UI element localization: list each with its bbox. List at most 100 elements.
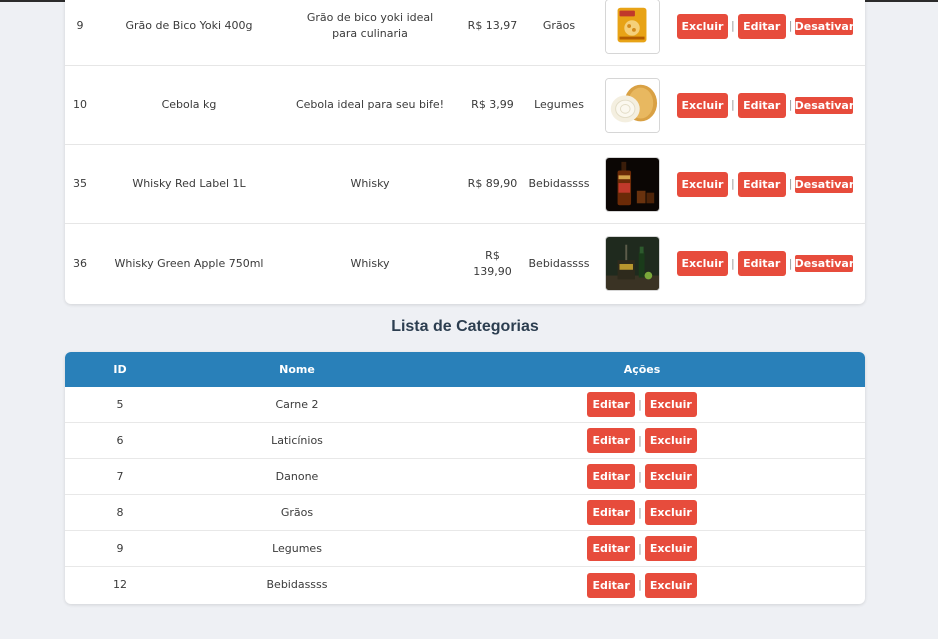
product-category: Legumes <box>534 98 584 111</box>
table-row: 12 Bebidassss Editar | Excluir <box>65 567 865 603</box>
delete-button[interactable]: Excluir <box>677 13 728 39</box>
separator: | <box>731 177 735 190</box>
category-name: Grãos <box>280 505 314 519</box>
category-actions: Editar | Excluir <box>575 567 709 603</box>
edit-button[interactable]: Editar <box>587 500 636 525</box>
separator: | <box>638 433 642 447</box>
delete-button[interactable]: Excluir <box>677 171 728 197</box>
category-id: 8 <box>116 505 124 519</box>
delete-button[interactable]: Excluir <box>677 92 728 118</box>
edit-button[interactable]: Editar <box>587 428 636 453</box>
column-header-id: ID <box>113 362 127 376</box>
separator: | <box>638 578 642 591</box>
category-id: 6 <box>116 433 124 447</box>
edit-button[interactable]: Editar <box>587 536 636 561</box>
onion-image <box>604 77 660 133</box>
delete-button[interactable]: Excluir <box>644 392 697 417</box>
delete-button[interactable]: Excluir <box>644 500 697 525</box>
deactivate-button[interactable]: Desativar <box>795 175 854 193</box>
category-name: Danone <box>275 469 319 483</box>
delete-button[interactable]: Excluir <box>644 536 697 561</box>
table-row: 10 Cebola kg Cebola ideal para seu bife!… <box>65 66 865 145</box>
product-actions: Excluir | Editar | Desativar <box>677 145 857 223</box>
product-id: 10 <box>73 98 87 111</box>
table-row: 8 Grãos Editar | Excluir <box>65 495 865 531</box>
table-row: 6 Laticínios Editar | Excluir <box>65 423 865 459</box>
separator: | <box>788 98 793 111</box>
product-description: Whisky <box>350 256 390 270</box>
separator: | <box>638 469 642 483</box>
category-id: 5 <box>116 397 124 411</box>
edit-button[interactable]: Editar <box>587 464 636 489</box>
product-actions: Excluir | Editar | Desativar <box>677 224 857 303</box>
product-name: Grão de Bico Yoki 400g <box>125 19 253 32</box>
category-actions: Editar | Excluir <box>575 459 709 494</box>
categories-title: Lista de Categorias <box>391 318 539 335</box>
category-id: 9 <box>116 541 124 555</box>
product-name: Whisky Green Apple 750ml <box>114 256 264 270</box>
edit-button[interactable]: Editar <box>587 392 636 417</box>
separator: | <box>731 256 735 270</box>
product-actions: Excluir | Editar | Desativar <box>677 66 857 144</box>
product-image-cell <box>603 224 661 303</box>
category-actions: Editar | Excluir <box>575 387 709 422</box>
edit-button[interactable]: Editar <box>737 251 786 276</box>
separator: | <box>731 19 735 32</box>
table-row: 9 Legumes Editar | Excluir <box>65 531 865 567</box>
separator: | <box>638 397 642 411</box>
table-row: 7 Danone Editar | Excluir <box>65 459 865 495</box>
product-price: R$ 89,90 <box>467 177 518 190</box>
category-actions: Editar | Excluir <box>575 495 709 530</box>
product-category: Grãos <box>542 19 576 32</box>
table-row: 36 Whisky Green Apple 750ml Whisky R$ 13… <box>65 224 865 303</box>
table-header: ID Nome Ações <box>65 352 865 387</box>
table-row: 35 Whisky Red Label 1L Whisky R$ 89,90 B… <box>65 145 865 224</box>
product-price: R$ 3,99 <box>471 98 514 111</box>
product-name: Whisky Red Label 1L <box>132 177 246 190</box>
product-description: Whisky <box>350 177 390 190</box>
column-header-actions: Ações <box>623 362 661 376</box>
separator: | <box>788 19 793 32</box>
separator: | <box>731 98 735 111</box>
product-image-cell <box>603 145 661 223</box>
delete-button[interactable]: Excluir <box>644 428 697 453</box>
delete-button[interactable]: Excluir <box>644 572 697 598</box>
product-description: Cebola ideal para seu bife! <box>295 98 445 111</box>
separator: | <box>638 505 642 519</box>
product-description: Grão de bico yoki ideal para culinaria <box>306 11 434 40</box>
product-price: R$ 13,97 <box>467 19 518 32</box>
delete-button[interactable]: Excluir <box>644 464 697 489</box>
edit-button[interactable]: Editar <box>587 572 636 598</box>
edit-button[interactable]: Editar <box>737 13 786 39</box>
product-id: 36 <box>73 256 87 270</box>
product-image-cell <box>603 0 661 65</box>
column-header-name: Nome <box>279 362 315 376</box>
categories-table: ID Nome Ações 5 Carne 2 Editar | Excluir… <box>65 352 865 604</box>
edit-button[interactable]: Editar <box>737 171 786 197</box>
chickpea-package-image <box>604 0 660 54</box>
category-actions: Editar | Excluir <box>575 423 709 458</box>
deactivate-button[interactable]: Desativar <box>795 255 854 272</box>
delete-button[interactable]: Excluir <box>677 251 728 276</box>
separator: | <box>788 177 793 190</box>
product-actions: Excluir | Editar | Desativar <box>677 0 857 65</box>
category-name: Legumes <box>272 541 322 555</box>
separator: | <box>788 256 793 270</box>
edit-button[interactable]: Editar <box>737 92 786 118</box>
products-table: 9 Grão de Bico Yoki 400g Grão de bico yo… <box>65 0 865 304</box>
product-category: Bebidassss <box>528 256 590 270</box>
category-name: Bebidassss <box>266 578 328 591</box>
product-price: R$ 139,90 <box>473 248 512 278</box>
product-category: Bebidassss <box>528 177 590 190</box>
whisky-green-apple-image <box>604 236 660 291</box>
category-name: Carne 2 <box>275 397 319 411</box>
whisky-red-label-image <box>604 156 660 212</box>
deactivate-button[interactable]: Desativar <box>795 96 854 114</box>
category-name: Laticínios <box>271 433 323 447</box>
category-id: 12 <box>113 578 127 591</box>
table-row: 9 Grão de Bico Yoki 400g Grão de bico yo… <box>65 0 865 66</box>
product-image-cell <box>603 66 661 144</box>
product-id: 9 <box>76 19 84 32</box>
category-id: 7 <box>116 469 124 483</box>
deactivate-button[interactable]: Desativar <box>795 17 854 35</box>
